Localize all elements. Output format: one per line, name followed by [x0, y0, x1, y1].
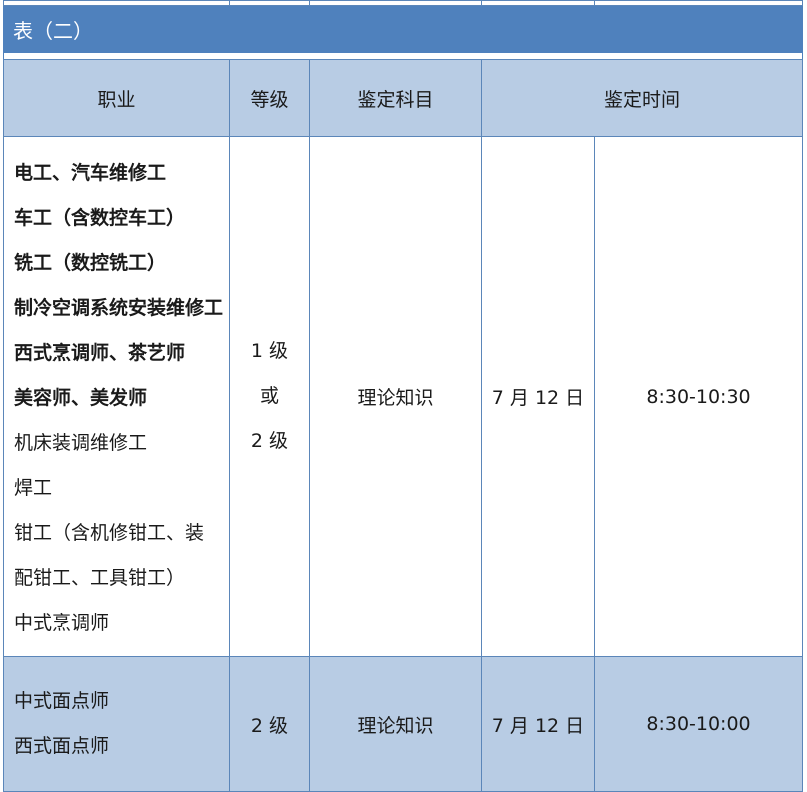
table-header-row: 职业 等级 鉴定科目 鉴定时间	[3, 59, 803, 137]
level-line: 1 级	[250, 340, 289, 362]
header-occupation: 职业	[3, 59, 230, 137]
occupation-item: 车工（含数控车工）	[14, 207, 186, 229]
table-title: 表（二）	[3, 5, 803, 53]
occupation-item: 配钳工、工具钳工）	[14, 567, 186, 589]
occupation-cell: 电工、汽车维修工 车工（含数控车工） 铣工（数控铣工） 制冷空调系统安装维修工 …	[3, 136, 230, 657]
occupation-item: 制冷空调系统安装维修工	[14, 297, 224, 319]
subject-cell: 理论知识	[309, 656, 482, 792]
occupation-item: 西式面点师	[14, 735, 110, 757]
date-cell: 7 月 12 日	[481, 136, 595, 657]
occupation-item: 中式烹调师	[14, 612, 110, 634]
occupation-item: 美容师、美发师	[14, 387, 148, 409]
occupation-item: 中式面点师	[14, 690, 110, 712]
occupation-item: 机床装调维修工	[14, 432, 148, 454]
occupation-item: 焊工	[14, 477, 53, 499]
occupation-cell: 中式面点师 西式面点师	[3, 656, 230, 792]
occupation-item: 铣工（数控铣工）	[14, 252, 167, 274]
level-cell: 2 级	[229, 656, 310, 792]
table-gap-row	[3, 52, 803, 60]
exam-schedule-table: 表（二） 职业 等级 鉴定科目 鉴定时间 电工、汽车维修工 车工（含数控车工） …	[3, 0, 803, 792]
occupation-item: 电工、汽车维修工	[14, 162, 167, 184]
table-title-row: 表（二）	[3, 5, 803, 53]
exam-schedule-page: 表（二） 职业 等级 鉴定科目 鉴定时间 电工、汽车维修工 车工（含数控车工） …	[0, 0, 807, 792]
level-cell: 1 级 或 2 级	[229, 136, 310, 657]
header-subject: 鉴定科目	[309, 59, 482, 137]
header-time: 鉴定时间	[481, 59, 803, 137]
date-cell: 7 月 12 日	[481, 656, 595, 792]
time-cell: 8:30-10:30	[594, 136, 803, 657]
occupation-item: 西式烹调师、茶艺师	[14, 342, 186, 364]
level-line: 或	[259, 385, 279, 407]
subject-cell: 理论知识	[309, 136, 482, 657]
occupation-item: 钳工（含机修钳工、装	[14, 522, 205, 544]
level-line: 2 级	[250, 430, 289, 452]
table-row: 中式面点师 西式面点师 2 级 理论知识 7 月 12 日 8:30-10:00	[3, 656, 803, 792]
time-cell: 8:30-10:00	[594, 656, 803, 792]
header-level: 等级	[229, 59, 310, 137]
table-row: 电工、汽车维修工 车工（含数控车工） 铣工（数控铣工） 制冷空调系统安装维修工 …	[3, 136, 803, 657]
